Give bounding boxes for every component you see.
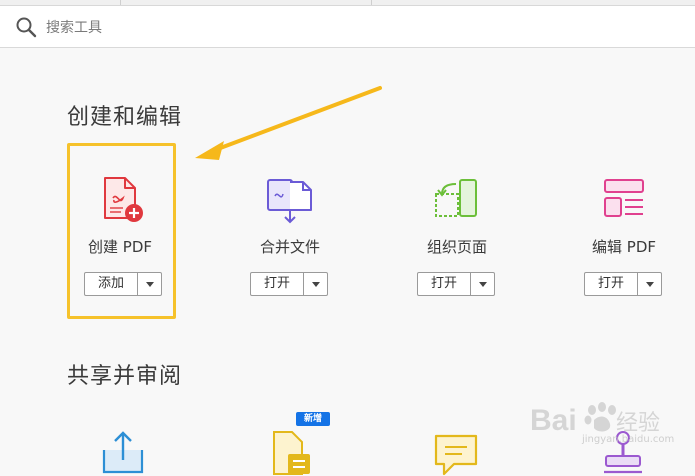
- open-button[interactable]: 打开: [251, 273, 304, 295]
- search-icon: [16, 17, 37, 38]
- open-button[interactable]: 打开: [585, 273, 638, 295]
- split-button: 打开: [417, 272, 495, 296]
- tool-label: 组织页面: [426, 238, 487, 256]
- new-document-icon: [273, 431, 310, 475]
- chevron-down-icon[interactable]: [638, 273, 661, 295]
- search-input[interactable]: [44, 16, 648, 40]
- section-title-create-edit: 创建和编辑: [67, 105, 183, 130]
- tab-edge: [120, 0, 372, 5]
- split-button: 打开: [584, 272, 662, 296]
- watermark: Bai 经验 jingyan.baidu.com: [510, 398, 690, 458]
- search-bar: [0, 6, 695, 48]
- chevron-down-icon[interactable]: [304, 273, 327, 295]
- baidu-logo-icon: Bai 经验: [530, 402, 660, 437]
- edit-pdf-icon: [604, 179, 644, 217]
- tool-label: 合并文件: [259, 238, 320, 256]
- svg-text:Bai: Bai: [530, 404, 577, 437]
- watermark-url: jingyan.baidu.com: [582, 434, 675, 445]
- highlight-box: [67, 143, 176, 319]
- section-title-share-review: 共享并审阅: [67, 364, 183, 389]
- new-badge: 新增: [296, 412, 330, 426]
- tool-organize-pages[interactable]: 组织页面 打开: [397, 142, 517, 317]
- svg-text:经验: 经验: [616, 410, 660, 435]
- open-button[interactable]: 打开: [418, 273, 471, 295]
- share-icon: [102, 431, 144, 474]
- chevron-down-icon[interactable]: [471, 273, 494, 295]
- comment-icon: [434, 434, 478, 476]
- tool-label: 编辑 PDF: [592, 238, 656, 256]
- tool-edit-pdf[interactable]: 编辑 PDF 打开: [564, 142, 684, 317]
- combine-files-icon: [267, 179, 312, 224]
- organize-pages-icon: [435, 179, 477, 217]
- split-button: 打开: [250, 272, 328, 296]
- tool-combine-files[interactable]: 合并文件 打开: [230, 142, 350, 317]
